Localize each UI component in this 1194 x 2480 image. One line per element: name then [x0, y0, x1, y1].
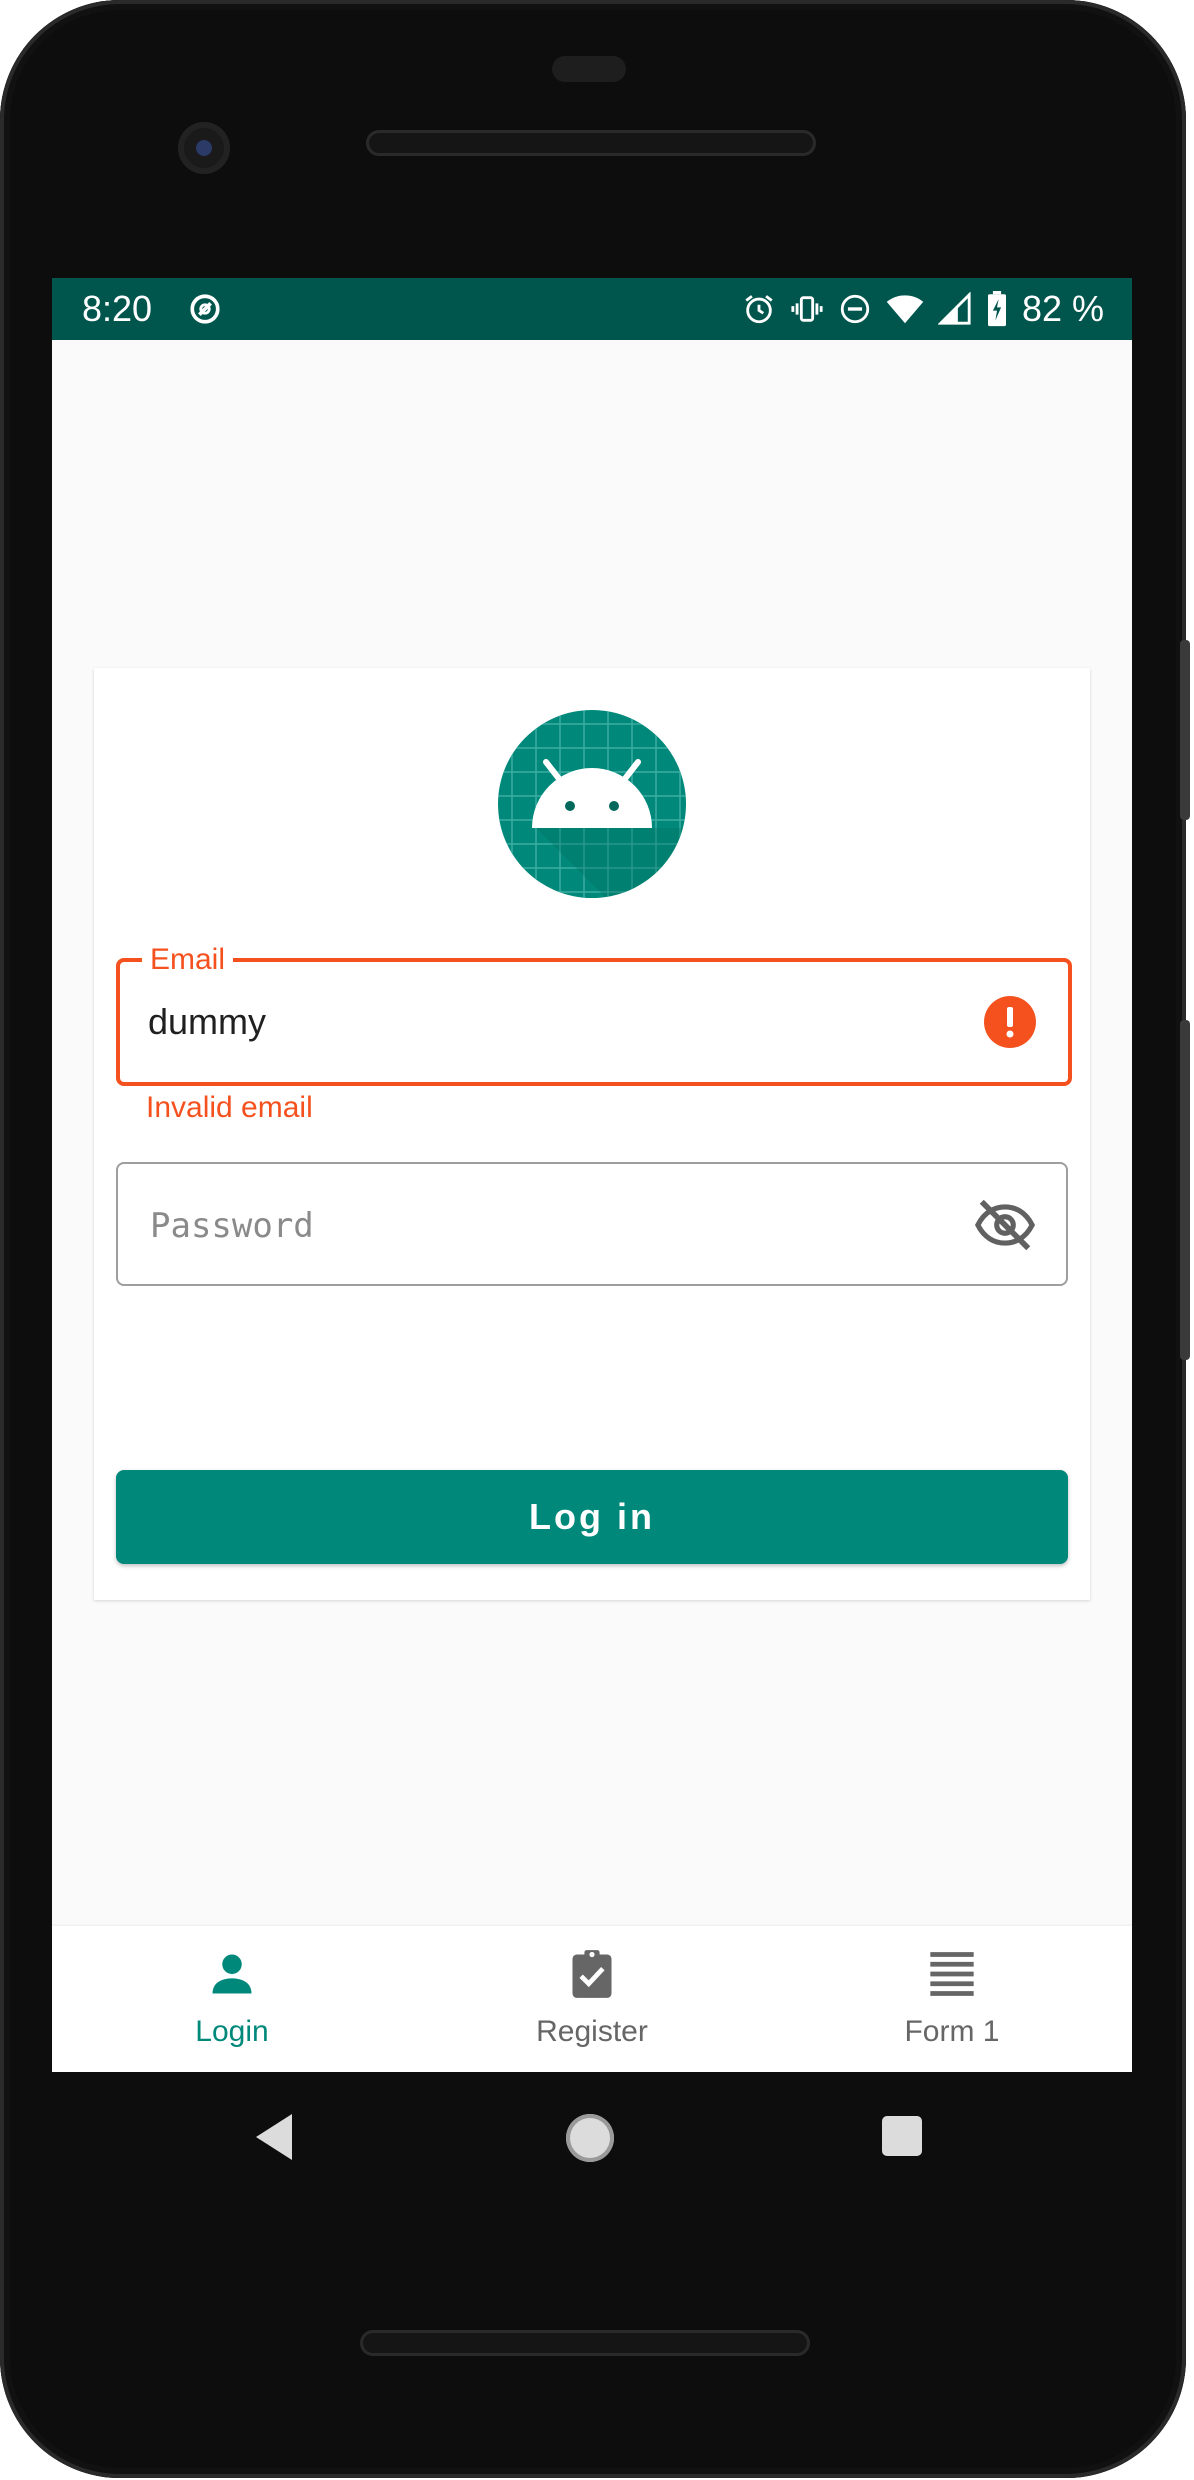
person-icon: [212, 1954, 252, 1994]
login-card: Email dummy Invalid email Log in: [94, 668, 1090, 1600]
dnd-icon: [840, 294, 870, 324]
nav-item-login[interactable]: Login: [52, 1926, 412, 2072]
phone-frame: 8:20 82 % Email dummy Invalid email Log …: [0, 0, 1190, 2478]
vibrate-icon: [791, 296, 823, 322]
android-logo-icon: [498, 710, 686, 898]
front-camera: [178, 122, 230, 174]
do-not-disturb-icon: [190, 294, 220, 324]
email-field[interactable]: Email dummy: [116, 942, 1072, 1086]
nav-label-form1: Form 1: [904, 2015, 1000, 2048]
bottom-navigation: Login Register Form 1: [52, 1926, 1132, 2072]
volume-button: [1180, 1020, 1190, 1360]
signal-icon: [937, 292, 971, 325]
nav-label-login: Login: [195, 2015, 269, 2048]
wifi-icon: [886, 295, 924, 324]
back-icon[interactable]: [254, 2112, 294, 2162]
email-error-text: Invalid email: [146, 1091, 313, 1124]
battery-percent: 82 %: [1021, 288, 1104, 329]
top-speaker: [366, 130, 816, 156]
system-navigation: [0, 2072, 1186, 2202]
nav-item-register[interactable]: Register: [412, 1926, 772, 2072]
password-input[interactable]: [148, 1200, 932, 1252]
bottom-speaker: [360, 2330, 810, 2356]
nav-item-form1[interactable]: Form 1: [772, 1926, 1132, 2072]
error-icon: [984, 996, 1036, 1048]
battery-charging-icon: [987, 291, 1006, 327]
email-label: Email: [142, 942, 234, 978]
earpiece: [552, 56, 626, 82]
status-bar: 8:20 82 %: [52, 278, 1132, 340]
visibility-off-icon[interactable]: [974, 1194, 1036, 1256]
screen: 8:20 82 % Email dummy Invalid email Log …: [52, 278, 1132, 2072]
list-icon: [930, 1952, 974, 1996]
status-time: 8:20: [82, 288, 153, 329]
nav-label-register: Register: [536, 2015, 648, 2048]
status-icons: 82 %: [742, 288, 1104, 330]
login-button[interactable]: Log in: [116, 1470, 1068, 1564]
alarm-icon: [745, 295, 773, 324]
clipboard-check-icon: [572, 1950, 612, 1998]
password-field[interactable]: [116, 1162, 1068, 1286]
recents-icon[interactable]: [882, 2116, 922, 2156]
home-icon[interactable]: [566, 2114, 614, 2162]
power-button: [1180, 640, 1190, 820]
email-value[interactable]: dummy: [148, 1000, 266, 1044]
